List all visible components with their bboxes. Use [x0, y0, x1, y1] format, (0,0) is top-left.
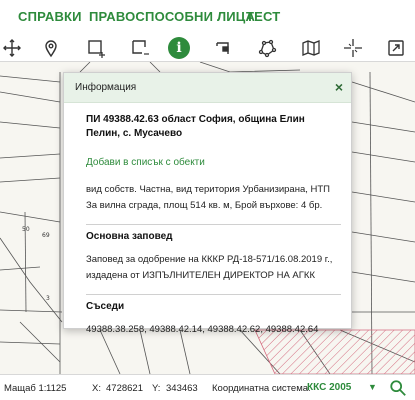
crosshair-icon [344, 39, 362, 57]
toolbar: i [0, 34, 415, 62]
x-label: X: [92, 383, 101, 394]
print-region-tool-button[interactable] [212, 36, 236, 60]
crs-select[interactable]: ККС 2005 [307, 382, 351, 393]
close-icon[interactable]: × [335, 79, 343, 95]
top-menu: СПРАВКИ ПРАВОСПОСОБНИ ЛИЦА ТЕСТ [0, 0, 415, 34]
select-rectangle-icon [88, 40, 105, 58]
parcel-label: 3 [46, 295, 50, 302]
map-pin-icon [45, 40, 57, 58]
order-heading: Основна заповед [86, 224, 341, 242]
move-tool-button[interactable] [0, 36, 24, 60]
fullscreen-icon [388, 40, 404, 56]
info-dialog: Информация × ПИ 49388.42.63 област София… [63, 72, 352, 335]
object-title: ПИ 49388.42.63 област София, община Елин… [86, 114, 305, 139]
map-layers-icon [302, 40, 320, 56]
pin-tool-button[interactable] [39, 36, 63, 60]
y-label: Y: [152, 383, 161, 394]
layers-tool-button[interactable] [299, 36, 323, 60]
menu-item-spravki[interactable]: СПРАВКИ [18, 9, 82, 24]
fullscreen-tool-button[interactable] [384, 36, 408, 60]
parcel-label: 50 [22, 226, 30, 233]
y-coordinate: 343463 [166, 383, 198, 394]
scale-label: Мащаб 1: [4, 383, 47, 394]
info-tool-button[interactable]: i [167, 36, 191, 60]
dialog-header: Информация × [64, 73, 351, 103]
crosshair-tool-button[interactable] [341, 36, 365, 60]
neighbours-heading: Съседи [86, 294, 341, 312]
move-icon [3, 39, 21, 57]
x-coordinate: 4728621 [106, 383, 143, 394]
menu-item-test[interactable]: ТЕСТ [246, 9, 280, 24]
status-bar: Мащаб 1: 1125 X: 4728621 Y: 343463 Коорд… [0, 374, 415, 400]
search-icon[interactable] [389, 379, 407, 397]
crs-label: Координатна система: [212, 383, 311, 394]
dialog-title: Информация [75, 82, 137, 93]
neighbours-list: 49388.38.258, 49388.42.14, 49388.42.62, … [86, 324, 319, 335]
scale-value: 1125 [46, 383, 67, 394]
select-rect-tool-button[interactable] [84, 36, 108, 60]
print-region-icon [216, 42, 229, 54]
object-description: вид собств. Частна, вид територия Урбани… [86, 184, 330, 211]
select-area-icon [132, 40, 149, 55]
menu-item-legal-persons[interactable]: ПРАВОСПОСОБНИ ЛИЦА [89, 9, 255, 24]
polygon-measure-icon [258, 39, 277, 58]
parcel-label: 69 [42, 232, 50, 239]
info-icon: i [168, 37, 190, 59]
select-area-tool-button[interactable] [128, 36, 152, 60]
add-to-list-link[interactable]: Добави в списък с обекти [86, 157, 341, 168]
dialog-body: ПИ 49388.42.63 област София, община Елин… [86, 113, 341, 335]
chevron-down-icon[interactable]: ▼ [368, 382, 377, 392]
order-text: Заповед за одобрение на КККР РД-18-571/1… [86, 254, 333, 281]
polygon-tool-button[interactable] [255, 36, 279, 60]
